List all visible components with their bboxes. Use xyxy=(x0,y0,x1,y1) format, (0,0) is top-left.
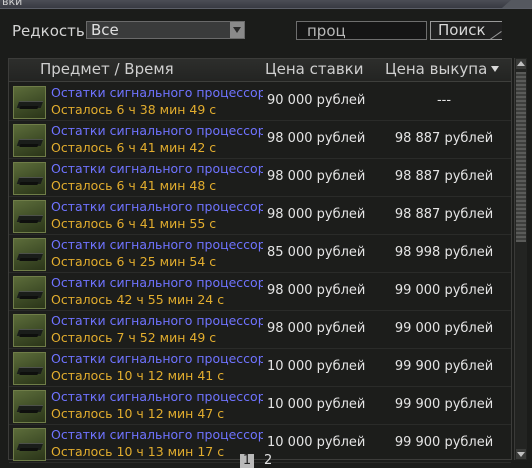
processor-chip-icon[interactable] xyxy=(13,314,46,347)
table-row[interactable]: Остатки сигнального процессор.. Осталось … xyxy=(9,425,511,463)
scroll-up-arrow-icon[interactable] xyxy=(516,59,526,69)
page-button-2[interactable]: 2 xyxy=(264,454,272,468)
item-name: Остатки сигнального процессор.. xyxy=(51,85,263,100)
chip-shape xyxy=(16,139,44,146)
item-name: Остатки сигнального процессор.. xyxy=(51,199,263,214)
table-row[interactable]: Остатки сигнального процессор.. Осталось … xyxy=(9,387,511,425)
buyout-price: --- xyxy=(436,93,452,108)
processor-chip-icon[interactable] xyxy=(13,276,46,309)
search-input[interactable] xyxy=(296,21,427,40)
rarity-dropdown[interactable]: Все xyxy=(86,21,245,39)
column-header-item-time[interactable]: Предмет / Время xyxy=(40,60,174,78)
table-row[interactable]: Остатки сигнального процессор.. Осталось … xyxy=(9,235,511,273)
processor-chip-icon[interactable] xyxy=(13,124,46,157)
buyout-price: 99 000 рублей xyxy=(394,283,494,298)
chip-shape xyxy=(16,443,44,450)
time-left: Осталось 10 ч 13 мин 17 с xyxy=(51,444,225,459)
item-name: Остатки сигнального процессор.. xyxy=(51,237,263,252)
chip-shape xyxy=(16,367,44,374)
time-left: Осталось 10 ч 12 мин 41 с xyxy=(51,368,225,383)
item-name: Остатки сигнального процессор.. xyxy=(51,161,263,176)
window-titlebar: вки xyxy=(0,0,532,9)
table-row[interactable]: Остатки сигнального процессор.. Осталось … xyxy=(9,83,511,121)
buyout-price: 99 900 рублей xyxy=(394,435,494,450)
time-left: Осталось 6 ч 41 мин 55 с xyxy=(51,216,217,231)
time-left: Осталось 6 ч 25 мин 54 с xyxy=(51,254,217,269)
chip-shape xyxy=(16,405,44,412)
processor-chip-icon[interactable] xyxy=(13,428,46,461)
buyout-price: 98 887 рублей xyxy=(394,131,494,146)
chip-shape xyxy=(16,215,44,222)
bid-price: 98 000 рублей xyxy=(267,131,366,146)
table-row[interactable]: Остатки сигнального процессор.. Осталось … xyxy=(9,159,511,197)
buyout-price: 99 900 рублей xyxy=(394,359,494,374)
time-left: Осталось 6 ч 41 мин 48 с xyxy=(51,178,217,193)
chip-shape xyxy=(16,291,44,298)
bid-price: 85 000 рублей xyxy=(267,245,366,260)
bid-price: 98 000 рублей xyxy=(267,283,366,298)
bid-price: 10 000 рублей xyxy=(267,435,366,450)
scroll-thumb[interactable] xyxy=(516,72,526,242)
search-button[interactable]: Поиск xyxy=(430,21,502,40)
buyout-price: 99 900 рублей xyxy=(394,397,494,412)
item-name: Остатки сигнального процессор.. xyxy=(51,389,263,404)
table-header: Предмет / Время Цена ставки Цена выкупа xyxy=(9,59,511,82)
table-row[interactable]: Остатки сигнального процессор.. Осталось … xyxy=(9,349,511,387)
column-header-buyout-price[interactable]: Цена выкупа xyxy=(385,60,500,78)
chevron-down-icon[interactable] xyxy=(230,22,244,38)
item-name: Остатки сигнального процессор.. xyxy=(51,123,263,138)
buyout-price: 98 998 рублей xyxy=(394,245,494,260)
time-left: Осталось 7 ч 52 мин 49 с xyxy=(51,330,217,345)
rarity-label: Редкость xyxy=(12,22,85,40)
processor-chip-icon[interactable] xyxy=(13,162,46,195)
buyout-price: 98 887 рублей xyxy=(394,207,494,222)
rarity-selected-value: Все xyxy=(91,21,119,39)
time-left: Осталось 6 ч 41 мин 42 с xyxy=(51,140,217,155)
processor-chip-icon[interactable] xyxy=(13,238,46,271)
item-name: Остатки сигнального процессор.. xyxy=(51,351,263,366)
auction-table: Предмет / Время Цена ставки Цена выкупа … xyxy=(8,58,512,463)
buyout-price: 99 000 рублей xyxy=(394,321,494,336)
table-row[interactable]: Остатки сигнального процессор.. Осталось … xyxy=(9,197,511,235)
chip-shape xyxy=(16,101,44,108)
chip-shape xyxy=(16,177,44,184)
window-title: вки xyxy=(2,0,23,8)
titlebar-corner xyxy=(502,0,532,8)
bid-price: 10 000 рублей xyxy=(267,397,366,412)
processor-chip-icon[interactable] xyxy=(13,390,46,423)
sort-descending-icon xyxy=(491,66,500,72)
table-rows: Остатки сигнального процессор.. Осталось … xyxy=(9,83,511,463)
page-button-1[interactable]: 1 xyxy=(240,454,254,468)
table-row[interactable]: Остатки сигнального процессор.. Осталось … xyxy=(9,121,511,159)
item-name: Остатки сигнального процессор.. xyxy=(51,313,263,328)
column-header-bid-price[interactable]: Цена ставки xyxy=(265,60,363,78)
table-scrollbar[interactable] xyxy=(514,58,527,460)
time-left: Осталось 10 ч 12 мин 47 с xyxy=(51,406,225,421)
processor-chip-icon[interactable] xyxy=(13,86,46,119)
table-row[interactable]: Остатки сигнального процессор.. Осталось … xyxy=(9,273,511,311)
item-name: Остатки сигнального процессор.. xyxy=(51,275,263,290)
bid-price: 98 000 рублей xyxy=(267,321,366,336)
bid-price: 98 000 рублей xyxy=(267,207,366,222)
time-left: Осталось 6 ч 38 мин 49 с xyxy=(51,102,217,117)
buyout-price: 98 887 рублей xyxy=(394,169,494,184)
bid-price: 98 000 рублей xyxy=(267,169,366,184)
bid-price: 90 000 рублей xyxy=(267,93,366,108)
buyout-header-label: Цена выкупа xyxy=(385,60,488,78)
chip-shape xyxy=(16,329,44,336)
table-row[interactable]: Остатки сигнального процессор.. Осталось … xyxy=(9,311,511,349)
processor-chip-icon[interactable] xyxy=(13,200,46,233)
scroll-down-arrow-icon[interactable] xyxy=(516,449,526,459)
item-name: Остатки сигнального процессор.. xyxy=(51,427,263,442)
bid-price: 10 000 рублей xyxy=(267,359,366,374)
processor-chip-icon[interactable] xyxy=(13,352,46,385)
time-left: Осталось 42 ч 55 мин 24 с xyxy=(51,292,225,307)
chip-shape xyxy=(16,253,44,260)
